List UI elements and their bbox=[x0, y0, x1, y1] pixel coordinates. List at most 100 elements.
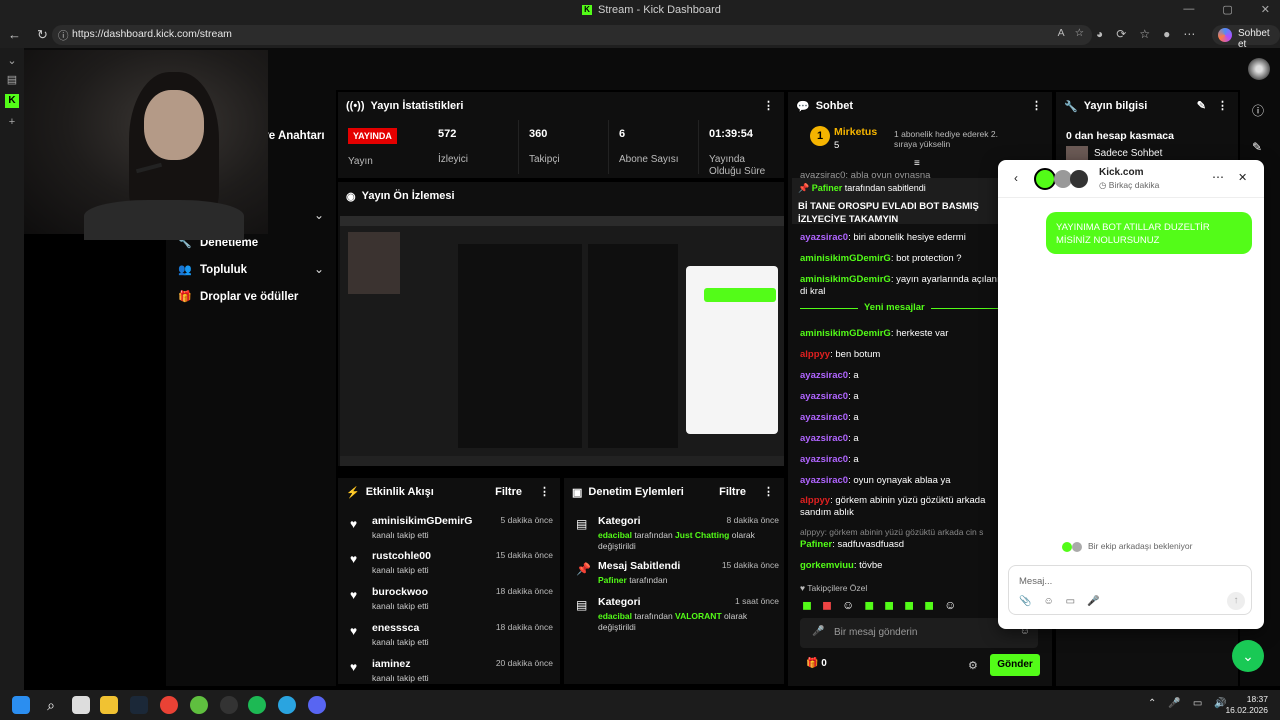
more-vertical-icon[interactable]: ⋮ bbox=[539, 485, 550, 498]
microphone-icon[interactable]: 🎤 bbox=[812, 626, 824, 637]
pinned-by-user[interactable]: Pafiner bbox=[812, 183, 843, 193]
edge-icon[interactable] bbox=[278, 696, 296, 714]
more-vertical-icon[interactable]: ⋮ bbox=[1031, 99, 1042, 112]
steam-icon[interactable] bbox=[130, 696, 148, 714]
url-field[interactable]: ⓘ https://dashboard.kick.com/stream A ☆ bbox=[52, 25, 1092, 45]
more-icon[interactable]: ⋯ bbox=[1183, 27, 1195, 41]
settings-gear-icon[interactable]: ⚙ bbox=[968, 659, 978, 672]
info-icon[interactable]: ⓘ bbox=[1252, 102, 1264, 119]
start-icon[interactable] bbox=[12, 696, 30, 714]
list-item: ♥ enesssca kanalı takip etti 18 dakika önce bbox=[348, 622, 553, 647]
microphone-icon[interactable]: 🎤 bbox=[1087, 596, 1099, 607]
collapse-icon[interactable]: ⌄ bbox=[0, 54, 24, 67]
chat-message: ayazsirac0: a bbox=[800, 412, 859, 423]
chat-username[interactable]: ayazsirac0 bbox=[800, 433, 848, 444]
spotify-icon[interactable] bbox=[248, 696, 266, 714]
edit-icon[interactable]: ✎ bbox=[1197, 99, 1206, 112]
emote-icon[interactable]: ☺ bbox=[944, 598, 956, 612]
user-avatar[interactable] bbox=[1248, 58, 1270, 80]
maximize-icon[interactable]: ▢ bbox=[1222, 3, 1232, 16]
chrome-profile-icon[interactable] bbox=[190, 696, 208, 714]
favorite-star-icon[interactable]: ☆ bbox=[1075, 27, 1084, 39]
kick-tab-icon[interactable]: K bbox=[5, 94, 19, 108]
mod-user[interactable]: edacibal bbox=[598, 611, 632, 621]
chat-username[interactable]: alppyy bbox=[800, 349, 830, 360]
pencil-icon[interactable]: ✎ bbox=[1252, 140, 1262, 154]
extension-icon[interactable]: ◕ bbox=[1096, 27, 1103, 41]
close-icon[interactable]: ✕ bbox=[1238, 171, 1247, 184]
attach-icon[interactable]: 📎 bbox=[1019, 596, 1031, 607]
list-item: ♥ burockwoo kanalı takip etti 18 dakika önc… bbox=[348, 586, 553, 611]
site-info-icon[interactable]: ⓘ bbox=[58, 28, 69, 43]
stream-preview-video[interactable] bbox=[340, 216, 784, 466]
channel-points[interactable]: 🎁 0 bbox=[806, 658, 827, 669]
refresh-ext-icon[interactable]: ⟳ bbox=[1116, 27, 1126, 41]
more-vertical-icon[interactable]: ⋮ bbox=[763, 485, 774, 498]
read-aloud-icon[interactable]: A bbox=[1058, 27, 1065, 39]
emote-icon[interactable]: ◼ bbox=[802, 598, 812, 612]
mod-user[interactable]: Pafiner bbox=[598, 575, 627, 585]
clock[interactable]: 18:37 16.02.2026 bbox=[1225, 694, 1268, 716]
chat-username[interactable]: aminisikimGDemirG bbox=[800, 274, 891, 285]
back-icon[interactable]: ‹ bbox=[1014, 171, 1018, 185]
display-icon[interactable]: ▭ bbox=[1193, 698, 1202, 709]
task-view-icon[interactable] bbox=[72, 696, 90, 714]
search-icon[interactable]: ⌕ bbox=[42, 696, 60, 714]
emote-icon[interactable]: ☺ bbox=[842, 598, 854, 612]
chat-username[interactable]: ayazsirac0 bbox=[800, 412, 848, 423]
support-chat-toggle[interactable]: ⌄ bbox=[1232, 640, 1264, 672]
discord-icon[interactable] bbox=[308, 696, 326, 714]
chat-username[interactable]: ayazsirac0 bbox=[800, 232, 848, 243]
profile-icon[interactable]: ● bbox=[1163, 27, 1170, 41]
file-explorer-icon[interactable] bbox=[100, 696, 118, 714]
chat-username[interactable]: alppyy bbox=[800, 495, 830, 506]
gif-icon[interactable]: ▭ bbox=[1066, 596, 1075, 607]
chat-username[interactable]: Pafiner bbox=[800, 539, 832, 550]
chat-username[interactable]: aminisikimGDemirG bbox=[800, 328, 891, 339]
emote-icon[interactable]: ◼ bbox=[822, 598, 832, 612]
chat-username[interactable]: ayazsirac0 bbox=[800, 475, 848, 486]
nav-drops[interactable]: 🎁 Droplar ve ödüller bbox=[178, 290, 298, 304]
chevron-down-icon[interactable]: ⌄ bbox=[314, 208, 324, 222]
chat-username[interactable]: ayazsirac0 bbox=[800, 391, 848, 402]
chat-username[interactable]: aminisikimGDemirG bbox=[800, 253, 891, 264]
emote-icon[interactable]: ◼ bbox=[884, 598, 894, 612]
more-horizontal-icon[interactable]: ⋯ bbox=[1212, 170, 1224, 184]
popup-message-input[interactable]: Mesaj... 📎 ☺ ▭ 🎤 ↑ bbox=[1008, 565, 1252, 615]
emote-icon[interactable]: ◼ bbox=[904, 598, 914, 612]
back-icon[interactable]: ← bbox=[8, 27, 21, 43]
tab-actions-icon[interactable]: ▤ bbox=[0, 73, 24, 86]
mod-user[interactable]: edacibal bbox=[598, 530, 632, 540]
favorites-icon[interactable]: ☆ bbox=[1139, 27, 1150, 41]
emote-icon[interactable]: ◼ bbox=[864, 598, 874, 612]
close-icon[interactable]: ✕ bbox=[1261, 3, 1270, 16]
send-arrow-icon[interactable]: ↑ bbox=[1227, 592, 1245, 610]
emote-icon[interactable]: ◼ bbox=[924, 598, 934, 612]
refresh-icon[interactable]: ↻ bbox=[37, 27, 48, 43]
minimize-icon[interactable]: — bbox=[1183, 3, 1194, 16]
activity-filter-button[interactable]: Filtre bbox=[495, 486, 522, 498]
activity-time: 15 dakika önce bbox=[495, 550, 553, 560]
url-text: https://dashboard.kick.com/stream bbox=[72, 28, 232, 40]
new-tab-icon[interactable]: + bbox=[0, 116, 24, 128]
chat-username[interactable]: ayazsirac0 bbox=[800, 370, 848, 381]
chat-username[interactable]: gorkemviuu bbox=[800, 560, 854, 571]
pinned-message[interactable]: 📌 Pafiner tarafından sabitlendi Bİ TANE … bbox=[792, 178, 1002, 225]
microphone-icon[interactable]: 🎤 bbox=[1168, 698, 1180, 709]
moderation-filter-button[interactable]: Filtre bbox=[719, 486, 746, 498]
more-vertical-icon[interactable]: ⋮ bbox=[763, 99, 774, 112]
chat-text: oyun oynayak ablaa ya bbox=[853, 475, 951, 486]
copilot-button[interactable]: Sohbet et bbox=[1212, 25, 1280, 50]
gifter-name[interactable]: Mirketus bbox=[834, 126, 877, 138]
chat-text: herkeste var bbox=[896, 328, 949, 339]
tray-chevron-icon[interactable]: ⌃ bbox=[1148, 698, 1156, 709]
chat-username[interactable]: ayazsirac0 bbox=[800, 454, 848, 465]
emoji-icon[interactable]: ☺ bbox=[1043, 596, 1053, 607]
nav-community[interactable]: 👥 Topluluk bbox=[178, 263, 247, 277]
obs-icon[interactable] bbox=[220, 696, 238, 714]
chrome-icon[interactable] bbox=[160, 696, 178, 714]
more-vertical-icon[interactable]: ⋮ bbox=[1217, 99, 1228, 112]
filter-icon[interactable]: ≡ bbox=[914, 158, 920, 169]
send-button[interactable]: Gönder bbox=[990, 654, 1040, 676]
chevron-down-icon[interactable]: ⌄ bbox=[314, 262, 324, 276]
